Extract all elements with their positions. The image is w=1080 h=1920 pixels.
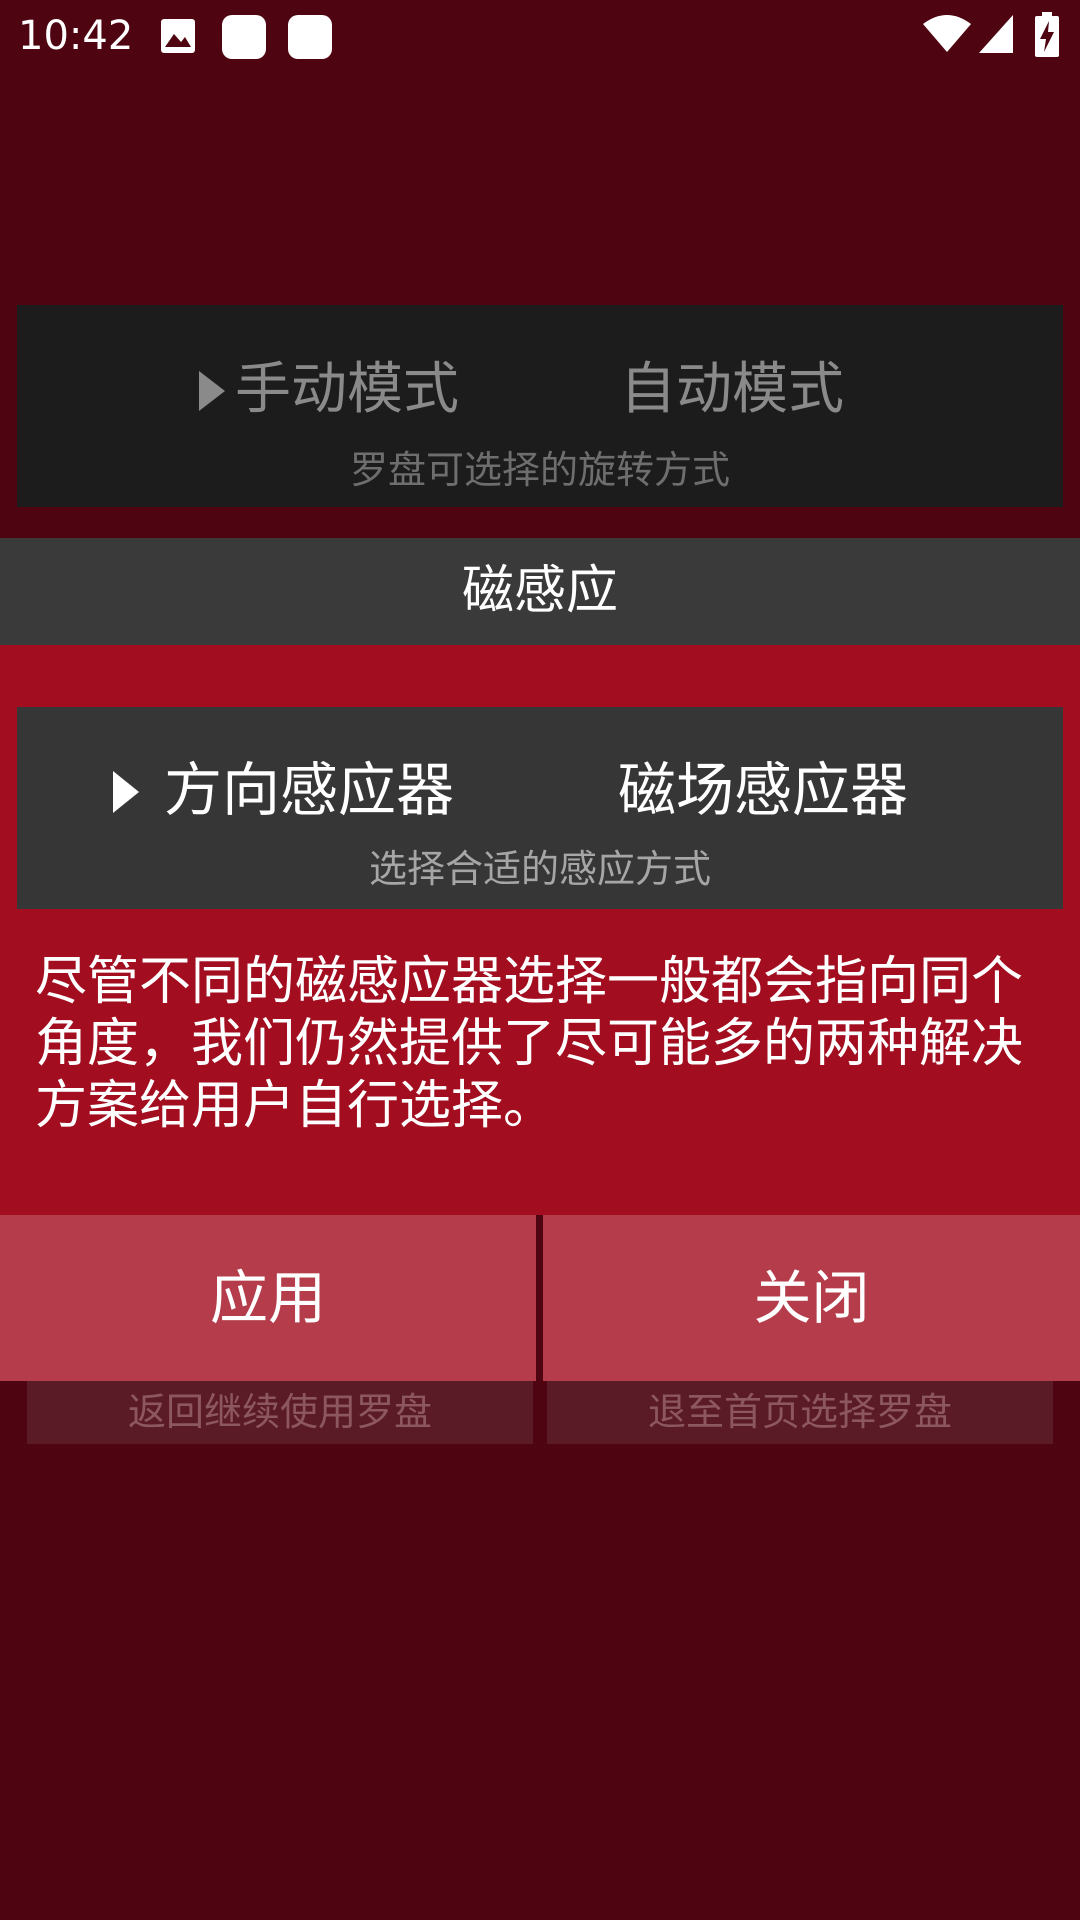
- auto-mode-option[interactable]: 自动模式: [620, 345, 844, 435]
- sensor-type-options: 方向感应器 磁场感应器: [17, 745, 1063, 835]
- dialog-title: 磁感应: [0, 538, 1080, 645]
- rotation-mode-card: 手动模式 自动模式 罗盘可选择的旋转方式: [17, 305, 1063, 507]
- magnetic-sensor-dialog: 磁感应 方向感应器 磁场感应器 选择合适的感应方式 尽管不同的磁感应器选择一般都…: [0, 538, 1080, 1381]
- return-to-compass-button[interactable]: 返回继续使用罗盘: [27, 1380, 533, 1444]
- wifi-icon: [922, 14, 972, 58]
- dialog-body: 方向感应器 磁场感应器 选择合适的感应方式 尽管不同的磁感应器选择一般都会指向同…: [0, 645, 1080, 1215]
- exit-to-home-button[interactable]: 退至首页选择罗盘: [547, 1380, 1053, 1444]
- status-time: 10:42: [18, 13, 134, 59]
- selected-triangle-icon: [197, 369, 227, 417]
- cellular-signal-icon: [978, 14, 1014, 58]
- screen: 10:42 手动模式 自动模式 罗盘可选择的旋转方式 返回继续使用罗盘 退至首页…: [0, 0, 1080, 1920]
- orientation-sensor-option[interactable]: 方向感应器: [164, 745, 454, 835]
- manual-mode-option[interactable]: 手动模式: [235, 345, 459, 435]
- sensor-type-caption: 选择合适的感应方式: [368, 847, 711, 891]
- magnetic-field-sensor-option[interactable]: 磁场感应器: [618, 745, 908, 835]
- dialog-description: 尽管不同的磁感应器选择一般都会指向同个角度，我们仍然提供了尽可能多的两种解决方案…: [35, 952, 1024, 1136]
- rotation-mode-caption: 罗盘可选择的旋转方式: [349, 448, 730, 492]
- notification-square-icon: [287, 14, 333, 64]
- image-icon: [160, 18, 196, 58]
- close-button[interactable]: 关闭: [543, 1215, 1080, 1381]
- sensor-type-card: 方向感应器 磁场感应器 选择合适的感应方式: [17, 707, 1063, 909]
- selected-triangle-icon: [111, 769, 141, 819]
- rotation-mode-options: 手动模式 自动模式: [17, 345, 1063, 435]
- apply-button[interactable]: 应用: [0, 1215, 536, 1381]
- notification-square-icon: [221, 14, 267, 64]
- status-bar: 10:42: [0, 0, 1080, 72]
- battery-charging-icon: [1034, 12, 1060, 62]
